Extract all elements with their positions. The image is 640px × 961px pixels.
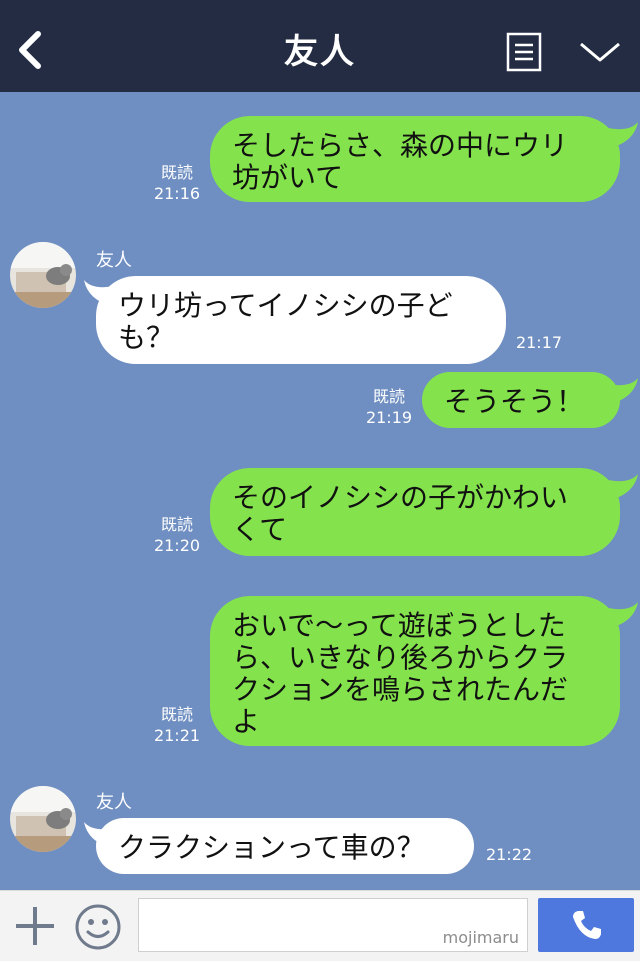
chat-title: 友人 (284, 32, 356, 72)
watermark: mojimaru (442, 928, 519, 947)
message-list[interactable]: 既読 21:16 そしたらさ、森の中にウリ 坊がいて 友人 ウリ坊ってイノシシの… (0, 92, 640, 890)
bubble-tail (600, 474, 638, 500)
sender-name: 友人 (96, 792, 132, 813)
message-meta: 既読 21:19 (362, 386, 416, 428)
avatar[interactable] (10, 786, 76, 852)
plus-icon[interactable] (14, 905, 56, 947)
message-meta: 既読 21:20 (150, 514, 204, 556)
bubble-tail (600, 378, 638, 404)
message-bubble[interactable]: そのイノシシの子がかわい くて (210, 468, 620, 556)
sender-name: 友人 (96, 250, 132, 271)
phone-icon (573, 911, 601, 939)
emoji-icon[interactable] (74, 903, 122, 951)
chat-header: 友人 (0, 0, 640, 92)
read-receipt: 既読 (160, 163, 193, 182)
chevron-down-icon[interactable] (578, 38, 622, 66)
message-time: 21:21 (153, 726, 201, 745)
message-bubble[interactable]: そうそう！ (422, 372, 620, 428)
message-bubble[interactable]: クラクションって車の？ (96, 818, 474, 874)
message-time: 21:19 (365, 408, 413, 427)
message-input[interactable]: mojimaru (138, 898, 528, 952)
message-bubble[interactable]: ウリ坊ってイノシシの子ど も？ (96, 276, 506, 364)
read-receipt: 既読 (372, 387, 405, 406)
message-time: 21:16 (153, 184, 201, 203)
message-meta: 既読 21:16 (150, 162, 204, 204)
bubble-tail (600, 122, 638, 148)
input-bar: mojimaru (0, 890, 640, 961)
bubble-tail (600, 602, 638, 628)
message-time: 21:22 (485, 845, 533, 864)
message-time: 21:17 (515, 333, 563, 352)
message-time: 21:20 (153, 536, 201, 555)
read-receipt: 既読 (160, 705, 193, 724)
message-bubble[interactable]: そしたらさ、森の中にウリ 坊がいて (210, 116, 620, 202)
menu-icon[interactable] (506, 32, 542, 72)
avatar[interactable] (10, 242, 76, 308)
call-button[interactable] (538, 898, 634, 952)
message-meta: 既読 21:21 (150, 704, 204, 746)
read-receipt: 既読 (160, 515, 193, 534)
message-bubble[interactable]: おいで〜って遊ぼうとした ら、いきなり後ろからクラ クションを鳴らされたんだ よ (210, 596, 620, 746)
